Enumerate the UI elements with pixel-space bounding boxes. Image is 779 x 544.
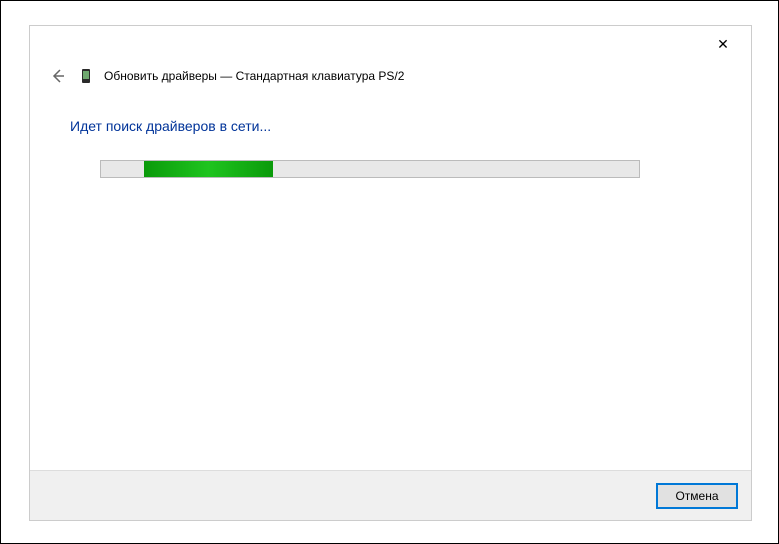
close-button[interactable]: ✕ <box>705 30 741 58</box>
device-icon <box>78 68 94 84</box>
content-area: Идет поиск драйверов в сети... <box>30 90 751 470</box>
cancel-button[interactable]: Отмена <box>657 484 737 508</box>
back-button[interactable] <box>48 66 68 86</box>
dialog-window: ✕ Обновить драйверы — Стандартная клавиа… <box>29 25 752 521</box>
screenshot-frame: ✕ Обновить драйверы — Стандартная клавиа… <box>0 0 779 544</box>
header-row: Обновить драйверы — Стандартная клавиату… <box>30 62 751 90</box>
close-icon: ✕ <box>717 36 729 53</box>
back-arrow-icon <box>50 68 66 84</box>
dialog-title: Обновить драйверы — Стандартная клавиату… <box>104 69 404 83</box>
progress-fill <box>144 161 273 177</box>
status-text: Идет поиск драйверов в сети... <box>70 118 711 134</box>
footer: Отмена <box>30 470 751 520</box>
progress-bar <box>100 160 640 178</box>
titlebar: ✕ <box>30 26 751 62</box>
cancel-button-label: Отмена <box>675 489 718 503</box>
